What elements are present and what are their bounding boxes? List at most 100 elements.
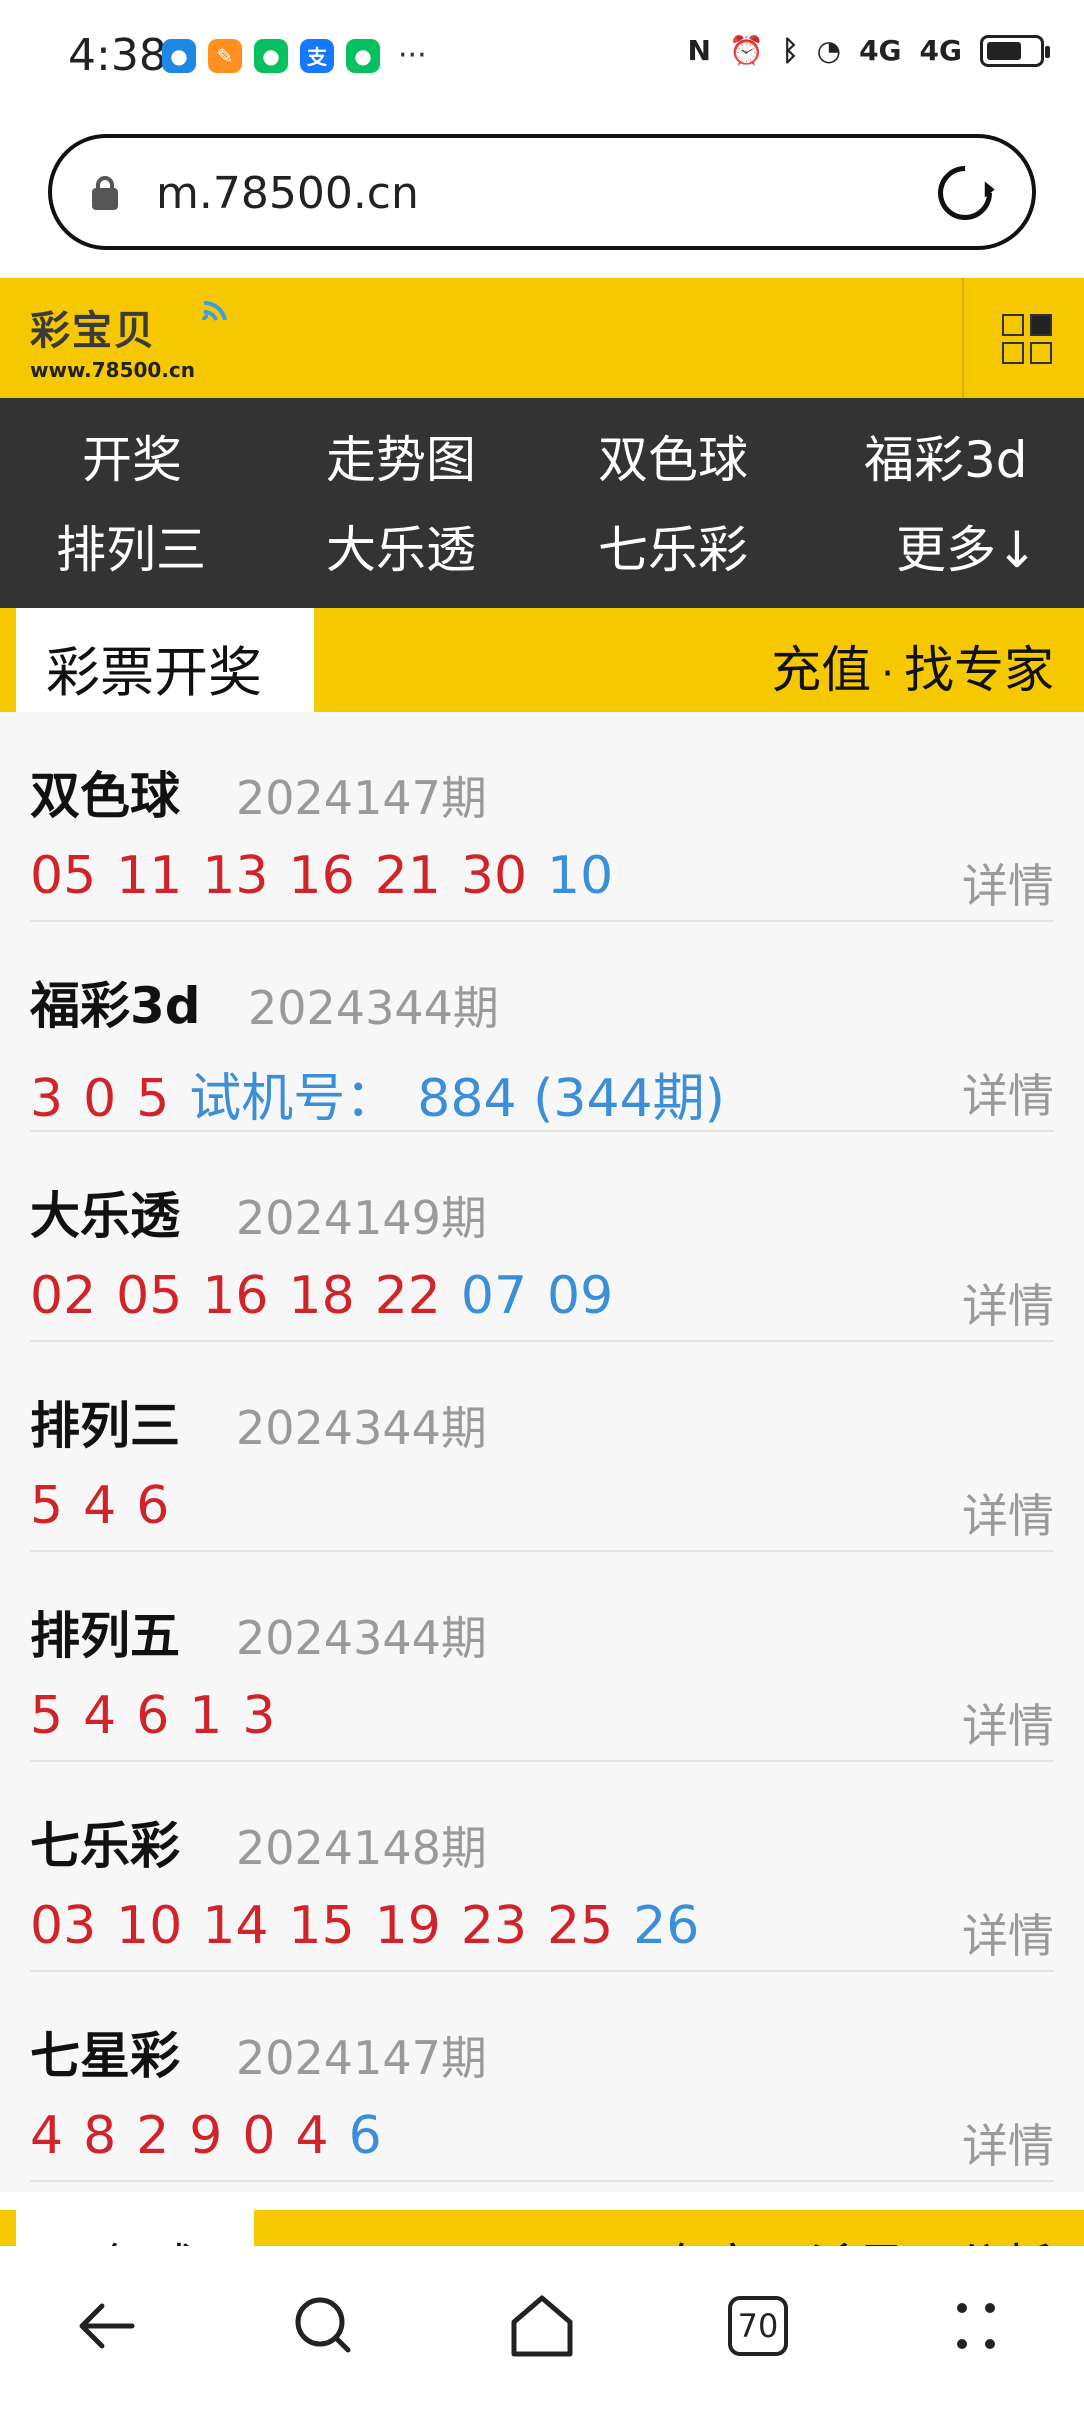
lottery-name[interactable]: 排列三 (30, 1386, 180, 1458)
nav-item-pl3[interactable]: 排列三 (56, 510, 206, 582)
lottery-name[interactable]: 七乐彩 (30, 1806, 180, 1878)
logo-url: www.78500.cn (30, 358, 196, 382)
number-red: 5 (30, 1476, 64, 1536)
nav-item-dlt[interactable]: 大乐透 (326, 510, 476, 582)
section-links: 充值 · 找专家 (771, 630, 1054, 702)
number-red: 16 (202, 1266, 269, 1326)
status-right-icons: N ⏰ ᛒ ◔ 4G 4G (688, 34, 1050, 67)
number-red: 11 (116, 846, 183, 906)
results-list: 双色球 2024147期 05 11 13 16 21 30 10 详情 福彩3d 2024344期 3… (0, 712, 1084, 2192)
section-header: 彩票开奖 充值 · 找专家 (0, 608, 1084, 712)
next-section-header: 双色球 专家 · 杀号 · 分析 (0, 2210, 1084, 2250)
nav-item-kaijiang[interactable]: 开奖 (82, 420, 182, 492)
shopping-app-icon: ✎ (208, 38, 242, 73)
number-red: 14 (202, 1896, 269, 1956)
lottery-row: 福彩3d 2024344期 3 0 5 试机号： 884 (344期) 详情 (30, 922, 1054, 1132)
lottery-row: 双色球 2024147期 05 11 13 16 21 30 10 详情 (30, 712, 1054, 922)
detail-link[interactable]: 详情 (962, 1270, 1054, 1336)
number-red: 2 (136, 2106, 170, 2166)
browser-bottom-nav: 70 (0, 2246, 1084, 2412)
winning-numbers: 05 11 13 16 21 30 10 (30, 846, 633, 906)
nav-item-more[interactable]: 更多↓ (896, 510, 1038, 582)
url-text[interactable]: m.78500.cn (156, 168, 419, 219)
detail-link[interactable]: 详情 (962, 1900, 1054, 1966)
lottery-issue: 2024344期 (236, 1611, 487, 1665)
link-separator: · (881, 651, 894, 697)
lottery-row: 七乐彩 2024148期 03 10 14 15 19 23 25 26 详情 (30, 1762, 1054, 1972)
lottery-name[interactable]: 大乐透 (30, 1176, 180, 1248)
number-red: 22 (374, 1266, 441, 1326)
detail-link[interactable]: 详情 (962, 850, 1054, 916)
number-red: 18 (288, 1266, 355, 1326)
status-bar: 4:38 ● ✎ ● 支 ● ··· N ⏰ ᛒ ◔ 4G 4G (0, 0, 1084, 112)
message-app-icon: ● (162, 38, 196, 73)
lottery-issue: 2024147期 (236, 2031, 487, 2085)
logo-text: 彩宝贝 (30, 308, 156, 354)
lottery-name[interactable]: 福彩3d (30, 966, 201, 1038)
number-red: 05 (30, 846, 97, 906)
recharge-link[interactable]: 充值 (771, 641, 871, 699)
number-blue: 10 (547, 846, 614, 906)
number-blue: 884 (344期) (417, 1069, 725, 1129)
winning-numbers: 54613 (30, 1686, 295, 1746)
number-blue: 6 (348, 2106, 382, 2166)
alarm-icon: ⏰ (728, 34, 764, 67)
number-red: 5 (136, 1069, 170, 1129)
lottery-issue: 2024149期 (236, 1191, 487, 1245)
number-blue: 07 (460, 1266, 528, 1326)
lottery-issue: 2024344期 (248, 981, 499, 1035)
number-red: 4 (83, 1686, 117, 1746)
detail-link[interactable]: 详情 (962, 1690, 1054, 1756)
winning-numbers: 02 05 16 18 22 07 09 (30, 1266, 633, 1326)
more-menu-icon[interactable] (936, 2286, 1016, 2366)
search-icon[interactable] (284, 2286, 364, 2366)
address-bar[interactable]: m.78500.cn (48, 134, 1036, 250)
number-red: 4 (83, 1476, 117, 1536)
number-red: 8 (83, 2106, 117, 2166)
number-red: 19 (374, 1896, 441, 1956)
nav-item-3d[interactable]: 福彩3d (864, 420, 1028, 492)
lottery-row: 排列五 2024344期 5 4 6 1 3 详情 (30, 1552, 1054, 1762)
lottery-name[interactable]: 排列五 (30, 1596, 180, 1668)
nav-item-qlc[interactable]: 七乐彩 (598, 510, 748, 582)
nav-item-trend[interactable]: 走势图 (326, 420, 476, 492)
lottery-name[interactable]: 双色球 (30, 756, 180, 828)
tabs-count-icon[interactable]: 70 (728, 2296, 808, 2376)
next-section-tab: 双色球 (16, 2210, 254, 2250)
home-icon[interactable] (502, 2286, 582, 2366)
number-red: 0 (242, 2106, 276, 2166)
number-red: 23 (460, 1896, 528, 1956)
back-arrow-icon[interactable] (70, 2286, 150, 2366)
number-red: 10 (116, 1896, 183, 1956)
find-expert-link[interactable]: 找专家 (904, 641, 1054, 699)
number-blue: 试机号： (189, 1069, 398, 1129)
detail-link[interactable]: 详情 (962, 1480, 1054, 1546)
detail-link[interactable]: 详情 (962, 2110, 1054, 2176)
number-red: 16 (288, 846, 355, 906)
number-red: 4 (30, 2106, 64, 2166)
lottery-name[interactable]: 七星彩 (30, 2016, 180, 2088)
section-tab: 彩票开奖 (16, 608, 314, 712)
wifi-icon: ◔ (816, 34, 842, 67)
number-red: 03 (30, 1896, 97, 1956)
number-red: 0 (83, 1069, 117, 1129)
lottery-row: 大乐透 2024149期 02 05 16 18 22 07 09 详情 (30, 1132, 1054, 1342)
number-red: 21 (374, 846, 441, 906)
site-logo[interactable]: 彩宝贝 www.78500.cn (30, 298, 227, 382)
winning-numbers: 3 0 5 试机号： 884 (344期) (30, 1056, 745, 1131)
bluetooth-icon: ᛒ (781, 34, 799, 67)
number-red: 4 (295, 2106, 329, 2166)
number-red: 9 (189, 2106, 223, 2166)
detail-link[interactable]: 详情 (962, 1060, 1054, 1126)
winning-numbers: 546 (30, 1476, 189, 1536)
signal-4g-icon: 4G (859, 34, 902, 67)
nav-item-ssq[interactable]: 双色球 (598, 420, 748, 492)
signal-wave-icon (202, 300, 227, 321)
site-header: 彩宝贝 www.78500.cn (0, 278, 1084, 398)
number-blue: 26 (633, 1896, 700, 1956)
menu-grid-icon[interactable] (1002, 314, 1056, 368)
more-notifications-icon: ··· (398, 38, 427, 73)
alipay-icon: 支 (300, 38, 334, 73)
reload-icon[interactable] (926, 154, 1004, 232)
wechat-icon: ● (254, 38, 288, 73)
